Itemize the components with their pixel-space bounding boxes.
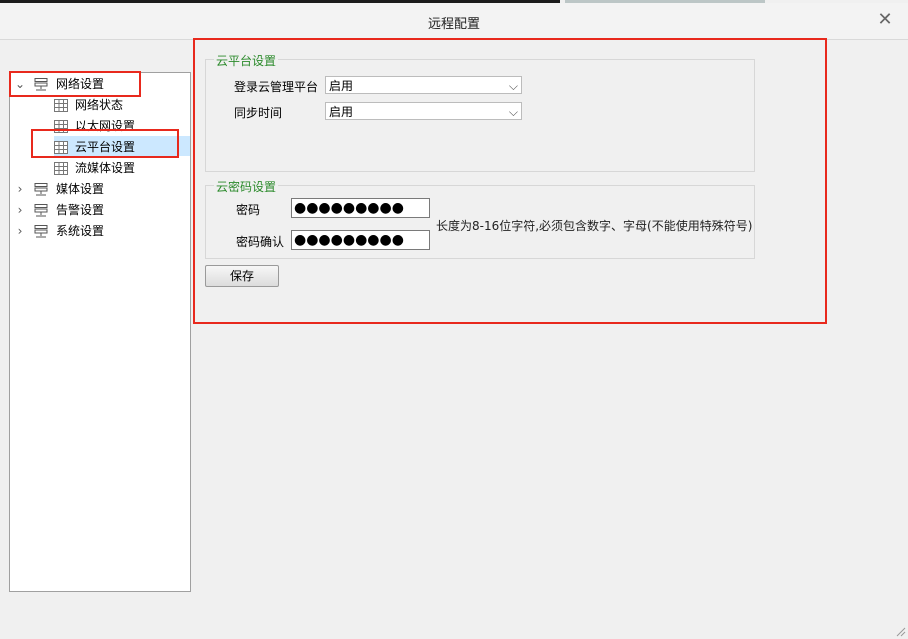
tree-item-label: 媒体设置 bbox=[56, 182, 105, 196]
server-icon bbox=[34, 225, 48, 238]
tree-item-network-status[interactable]: 网络状态 bbox=[54, 95, 184, 115]
close-icon[interactable]: ✕ bbox=[874, 9, 896, 31]
annotation-box-network-settings bbox=[9, 71, 141, 97]
grid-icon bbox=[54, 162, 68, 175]
server-icon bbox=[34, 183, 48, 196]
tree-item-label: 系统设置 bbox=[56, 224, 105, 238]
annotation-box-cloud-platform bbox=[31, 129, 179, 158]
grid-icon bbox=[54, 99, 68, 112]
resize-grip-icon[interactable] bbox=[896, 627, 906, 637]
tree-item-alarm-settings[interactable]: › 告警设置 bbox=[14, 200, 184, 220]
chevron-right-icon[interactable]: › bbox=[14, 179, 26, 199]
tree-item-media-settings[interactable]: › 媒体设置 bbox=[14, 179, 184, 199]
server-icon bbox=[34, 204, 48, 217]
chevron-right-icon[interactable]: › bbox=[14, 200, 26, 220]
annotation-box-content-panel bbox=[193, 38, 827, 324]
tree-item-system-settings[interactable]: › 系统设置 bbox=[14, 221, 184, 241]
dialog-title: 远程配置 bbox=[427, 17, 480, 32]
dialog-titlebar[interactable]: 远程配置 ✕ bbox=[0, 3, 908, 40]
tree-item-label: 网络状态 bbox=[75, 98, 124, 112]
chevron-right-icon[interactable]: › bbox=[14, 221, 26, 241]
tree-item-label: 告警设置 bbox=[56, 203, 105, 217]
tree-item-label: 流媒体设置 bbox=[75, 161, 136, 175]
tree-item-streaming-settings[interactable]: 流媒体设置 bbox=[54, 158, 184, 178]
